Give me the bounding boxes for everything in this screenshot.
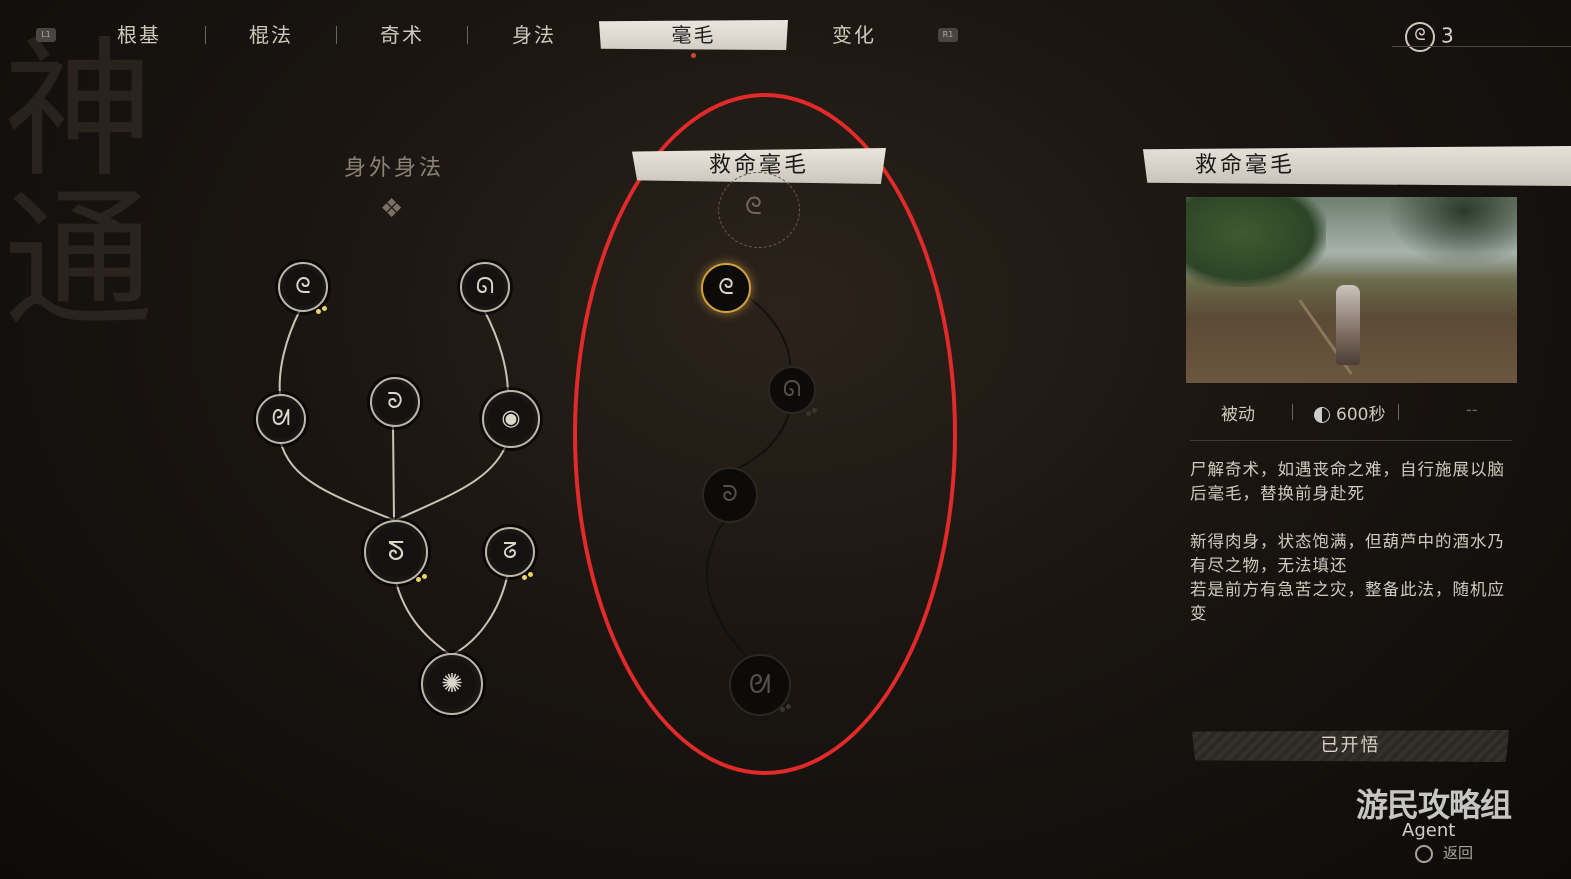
skill-node-hair-final[interactable]: ✺ [421,653,483,715]
skill-node-hair-6[interactable]: ᘔ [485,527,535,577]
description-paragraph: 新得肉身，状态饱满，但葫芦中的酒水乃有尽之物，无法填还 [1190,532,1505,575]
skill-node-hair-3[interactable]: ᘛ [256,394,306,444]
skill-node-hair-5[interactable]: ◉ [482,390,540,448]
back-button[interactable]: 返回 [1415,842,1473,863]
hair-root-icon: ᘓ [745,192,762,220]
hair-vortex-icon: ᘛ [748,670,772,700]
heart-swirl-icon: ᘐ [387,389,403,414]
skill-node-hair-2[interactable]: ᘏ [460,262,510,312]
left-tree-title: 身外身法 [344,156,445,181]
hair-flame-icon: ᘓ [718,275,734,300]
skill-detail-title: 救命毫毛 [1143,146,1571,186]
skill-node-hair-1[interactable]: ᘓ [278,262,328,312]
orb-icon: ◉ [501,406,521,431]
learned-status-button[interactable]: 已开悟 [1192,730,1509,762]
detail-divider [1190,440,1512,441]
hair-drop-icon: ᘐ [722,482,738,507]
node-pips [806,408,820,416]
skill-node-life-saving-hair[interactable]: ᘓ [701,263,751,313]
spiral-star-icon: ✺ [441,669,463,699]
node-pips [780,704,794,712]
stats-separator [1398,404,1399,420]
skill-preview-image [1186,197,1517,383]
circle-button-icon [1415,845,1433,863]
swirl-icon: ᘓ [295,274,311,299]
back-label: 返回 [1443,844,1474,862]
description-paragraph: 尸解奇术，如遇丧命之难，自行施展以脑后毫毛，替换前身赴死 [1190,460,1505,503]
description-paragraph: 若是前方有急苦之灾，整备此法，随机应变 [1190,580,1505,623]
agent-label: Agent [1402,820,1456,841]
claw-icon: ᘛ [271,406,291,431]
skill-stats-row: 被动 600秒 -- [1186,400,1516,426]
skill-cooldown-value: 600秒 [1336,405,1386,425]
skill-node-hair-4[interactable]: ᘐ [370,377,420,427]
skill-detail-title-text: 救命毫毛 [1195,153,1296,178]
stats-separator [1292,404,1293,420]
flame-hair-icon: ᘕ [387,537,405,567]
monkey-icon: ᘏ [475,274,495,299]
skill-type: 被动 [1221,405,1255,425]
node-pips [522,572,536,580]
node-pips [416,574,430,582]
wind-icon: ᘔ [502,539,518,564]
skill-extra: -- [1466,400,1478,420]
hair-curl-icon: ᘏ [782,377,802,402]
node-pips [316,306,330,314]
cooldown-clock-icon [1314,407,1330,423]
skill-node-mid-3[interactable]: ᘐ [702,467,758,523]
skill-node-mid-2[interactable]: ᘏ [768,366,816,414]
knot-emblem-icon: ❖ [380,194,404,224]
skill-cooldown: 600秒 [1314,400,1385,425]
skill-description: 尸解奇术，如遇丧命之难，自行施展以脑后毫毛，替换前身赴死 新得肉身，状态饱满，但… [1190,458,1510,626]
